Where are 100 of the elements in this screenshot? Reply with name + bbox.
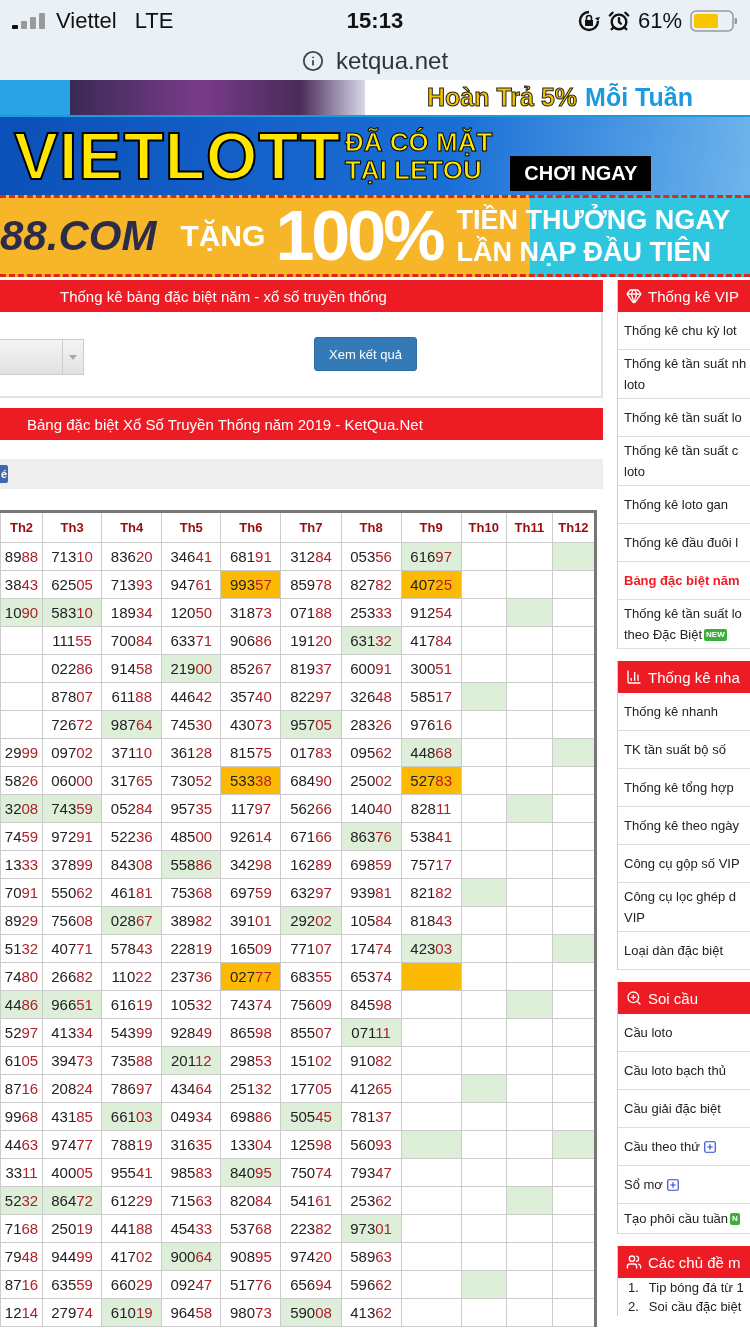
column-header: Th9 [401,511,462,543]
sidebar-item[interactable]: Cầu loto bạch thủ [618,1052,750,1090]
table-cell: 97301 [341,1214,402,1243]
column-header: Th3 [42,511,102,543]
panel-header: Bảng đặc biệt Xổ Số Truyền Thống năm 2019 - KetQua.Net [0,408,603,440]
sidebar-item[interactable]: Thống kê loto gan [618,486,750,524]
table-cell: 8988 [0,542,43,571]
table-cell: 90895 [220,1242,281,1271]
topic-link[interactable]: Soi cầu đặc biệt [648,1297,742,1316]
plus-square-icon[interactable] [702,1139,717,1154]
users-icon [626,1254,642,1270]
new-badge: N [730,1212,740,1225]
sidebar-item[interactable]: Bảng đặc biệt năm [618,562,750,600]
table-cell: 75609 [280,990,342,1019]
table-cell: 38982 [161,906,221,935]
table-cell: 23736 [161,962,221,991]
table-cell: 78697 [101,1074,162,1103]
table-cell: 41265 [341,1074,402,1103]
sidebar-item[interactable]: Cầu giải đặc biệt [618,1090,750,1128]
table-cell: 16289 [280,850,342,879]
table-cell: 04934 [161,1102,221,1131]
table-cell: 35740 [220,682,281,711]
sidebar-item[interactable]: Thống kê theo ngày [618,807,750,845]
table-cell: 59662 [341,1270,402,1299]
table-cell: 84308 [101,850,162,879]
gem-icon [626,288,642,304]
table-cell: 61697 [401,542,462,571]
sidebar-item[interactable]: Thống kê tần suất nh loto [618,350,750,399]
table-cell: 22819 [161,934,221,963]
table-cell: 52783 [401,766,462,795]
sidebar-item[interactable]: Thống kê nhanh [618,693,750,731]
table-cell: 74359 [42,794,102,823]
sidebar-item[interactable]: Công cụ lọc ghép d VIP [618,883,750,932]
table-cell: 67166 [280,822,342,851]
table-cell: 11155 [42,626,102,655]
column-header: Th7 [280,511,342,543]
sidebar-item[interactable]: Thống kê tổng hợp [618,769,750,807]
table-cell: 94761 [161,570,221,599]
table-cell: 26682 [42,962,102,991]
sidebar-item[interactable]: Loại dàn đặc biệt [618,932,750,970]
sidebar-item[interactable]: Thống kê chu kỳ lot [618,312,750,350]
sidebar-item[interactable]: Cầu theo thứ [618,1128,750,1166]
sidebar-item[interactable]: TK tần suất bộ số [618,731,750,769]
table-cell: 43185 [42,1102,102,1131]
table-cell: 09702 [42,738,102,767]
topic-link[interactable]: Tip bóng đá từ 1 [648,1278,744,1297]
table-cell: 53768 [220,1214,281,1243]
table-cell: 7948 [0,1242,43,1271]
table-cell: 44642 [161,682,221,711]
share-button[interactable]: é [0,465,9,483]
sidebar-item[interactable]: Thống kê đầu đuôi l [618,524,750,562]
table-cell: 95541 [101,1158,162,1187]
table-cell: 61619 [101,990,162,1019]
table-cell: 66103 [101,1102,162,1131]
sidebar-item[interactable]: Cầu loto [618,1014,750,1052]
carrier-name: Viettel [56,8,117,34]
rotation-lock-icon [577,10,600,32]
table-cell: 73052 [161,766,221,795]
sidebar-item[interactable]: Công cụ gộp số VIP [618,845,750,883]
table-cell: 15102 [280,1046,342,1075]
table-cell: 85978 [280,570,342,599]
banner-text: ĐÃ CÓ MẶT [345,128,493,156]
sidebar-item[interactable]: Thống kê tần suất lo [618,399,750,437]
table-cell: 41702 [101,1242,162,1271]
table-cell: 95705 [280,710,342,739]
table-cell: 09247 [161,1270,221,1299]
table-cell: 63132 [341,626,402,655]
view-results-button[interactable]: Xem kết quả [314,337,417,371]
table-cell: 97291 [42,822,102,851]
url-text[interactable]: ketqua.net [335,47,449,75]
play-now-button[interactable]: CHƠI NGAY [510,156,652,191]
sidebar-title: Thống kê VIP [648,287,739,305]
table-cell: 6105 [0,1046,43,1075]
sidebar-item[interactable]: Sổ mơ [618,1166,750,1204]
table-cell: 69759 [220,878,281,907]
sidebar-title: Soi cầu [648,989,699,1007]
table-cell: 86376 [341,822,402,851]
table-cell: 39473 [42,1046,102,1075]
table-cell: 79347 [341,1158,402,1187]
table-cell: 58963 [341,1242,402,1271]
table-cell: 31873 [220,598,281,627]
banner-title: 100% [275,198,443,274]
table-cell: 34298 [220,850,281,879]
table-cell: 19120 [280,626,342,655]
table-cell: 40771 [42,934,102,963]
sidebar-item[interactable]: Tạo phôi cầu tuần N [618,1204,750,1234]
table-cell: 3843 [0,570,43,599]
table-cell: 46181 [101,878,162,907]
table-cell: 91082 [341,1046,402,1075]
sidebar-item[interactable]: Thống kê tần suất lo theo Đặc Biệt NEW [618,600,750,649]
table-cell: 75368 [161,878,221,907]
plus-square-icon[interactable] [665,1177,680,1192]
column-header: Th8 [341,511,402,543]
table-cell: 14040 [341,794,402,823]
sidebar-item[interactable]: Thống kê tần suất c loto [618,437,750,486]
column-header: Th6 [220,511,281,543]
table-cell: 90686 [220,626,281,655]
banner-text: TẠI LETOU [345,156,482,184]
info-icon[interactable] [301,50,324,72]
table-cell: 52236 [101,822,162,851]
